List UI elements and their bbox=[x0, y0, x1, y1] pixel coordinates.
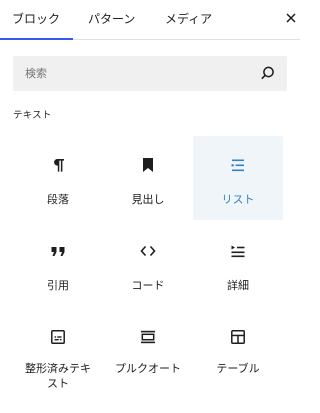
preformatted-icon bbox=[51, 330, 65, 344]
block-quote[interactable]: 引用 bbox=[13, 222, 103, 306]
block-label: コード bbox=[131, 279, 165, 292]
close-button[interactable] bbox=[283, 9, 299, 27]
block-label: 整形済みテキ スト bbox=[25, 362, 91, 390]
block-heading[interactable]: 見出し bbox=[103, 136, 193, 220]
block-label: 詳細 bbox=[227, 279, 249, 292]
block-pullquote[interactable]: プルクオート bbox=[103, 308, 193, 392]
search-icon[interactable] bbox=[259, 65, 276, 82]
heading-bookmark-icon bbox=[143, 158, 153, 172]
search-box bbox=[13, 56, 287, 91]
table-icon bbox=[231, 330, 245, 344]
block-preformatted[interactable]: 整形済みテキ スト bbox=[13, 308, 103, 392]
quote-icon bbox=[51, 247, 65, 256]
block-details[interactable]: 詳細 bbox=[193, 222, 283, 306]
close-icon bbox=[286, 13, 296, 23]
block-code[interactable]: コード bbox=[103, 222, 193, 306]
active-tab-indicator bbox=[0, 38, 73, 40]
search-input[interactable] bbox=[13, 56, 253, 91]
tab-patterns[interactable]: パターン bbox=[88, 0, 135, 40]
tab-blocks[interactable]: ブロック bbox=[12, 0, 60, 40]
code-icon bbox=[140, 245, 156, 257]
inserter-tabs: ブロック パターン メディア bbox=[0, 0, 300, 40]
list-icon bbox=[231, 159, 244, 172]
block-label: 見出し bbox=[131, 193, 165, 206]
block-label: テーブル bbox=[216, 362, 260, 375]
block-paragraph[interactable]: 段落 bbox=[13, 136, 103, 220]
block-label: 引用 bbox=[47, 279, 69, 292]
block-list[interactable]: リスト bbox=[193, 136, 283, 220]
block-label: プルクオート bbox=[115, 362, 181, 375]
paragraph-icon bbox=[54, 159, 64, 172]
block-table[interactable]: テーブル bbox=[193, 308, 283, 392]
block-label: 段落 bbox=[47, 193, 69, 206]
details-icon bbox=[231, 245, 245, 258]
tab-media[interactable]: メディア bbox=[165, 0, 212, 40]
pullquote-icon bbox=[141, 330, 155, 344]
block-label: リスト bbox=[221, 193, 255, 206]
section-title-text: テキスト bbox=[13, 110, 52, 121]
